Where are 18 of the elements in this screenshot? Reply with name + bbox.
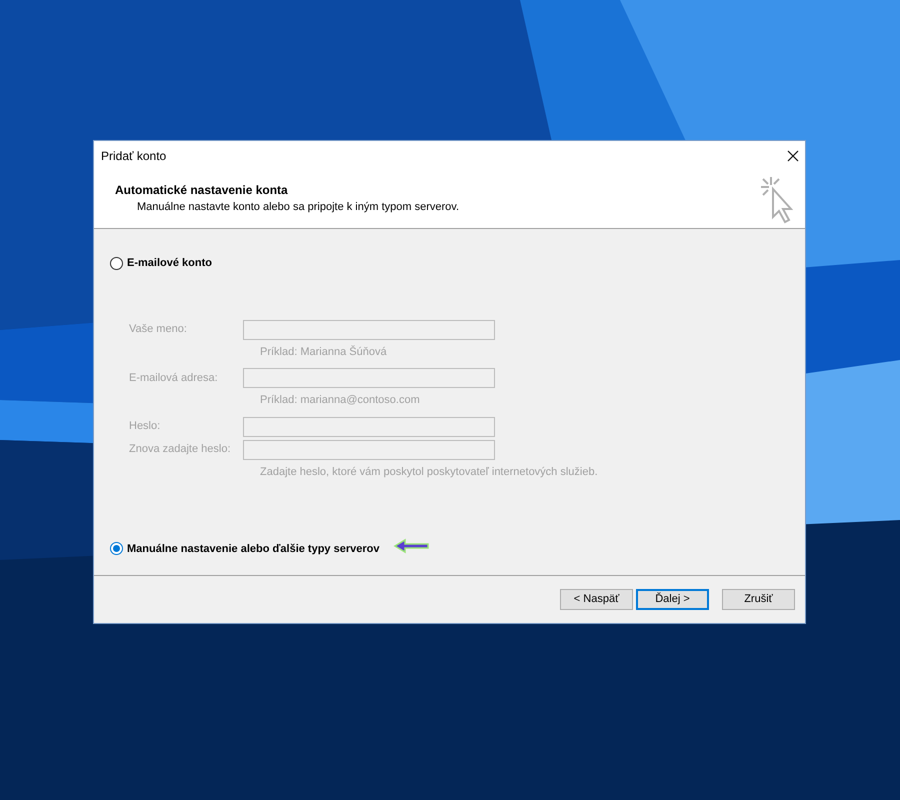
field-label: E-mailová adresa:	[129, 370, 219, 386]
dialog-button[interactable]: Zrušiť	[722, 589, 795, 610]
header-title: Automatické nastavenie konta	[115, 182, 289, 199]
cursor-click-icon	[759, 175, 793, 225]
dialog-button[interactable]: < Naspäť	[560, 589, 633, 610]
field-label: Vaše meno:	[129, 322, 188, 338]
hint-text: Príklad: Marianna Šúňová	[259, 344, 388, 360]
radio-button[interactable]	[110, 542, 123, 556]
header-subtitle: Manuálne nastavte konto alebo sa pripojte k iným typom serverov.	[136, 200, 460, 215]
field-label: Znova zadajte heslo:	[129, 442, 232, 458]
dialog-button[interactable]: Ďalej >	[636, 589, 709, 610]
hint-text: Príklad: marianna@contoso.com	[259, 393, 421, 408]
close-icon[interactable]	[787, 150, 799, 162]
window-title: Pridať konto	[101, 148, 166, 165]
field-label: Heslo:	[129, 419, 162, 434]
hint-text: Zadajte heslo, ktoré vám poskytol poskytovateľ internetových služieb.	[259, 464, 599, 480]
option-label[interactable]: Manuálne nastavenie alebo ďalšie typy serverov	[127, 540, 380, 557]
arrow-icon	[393, 538, 432, 554]
